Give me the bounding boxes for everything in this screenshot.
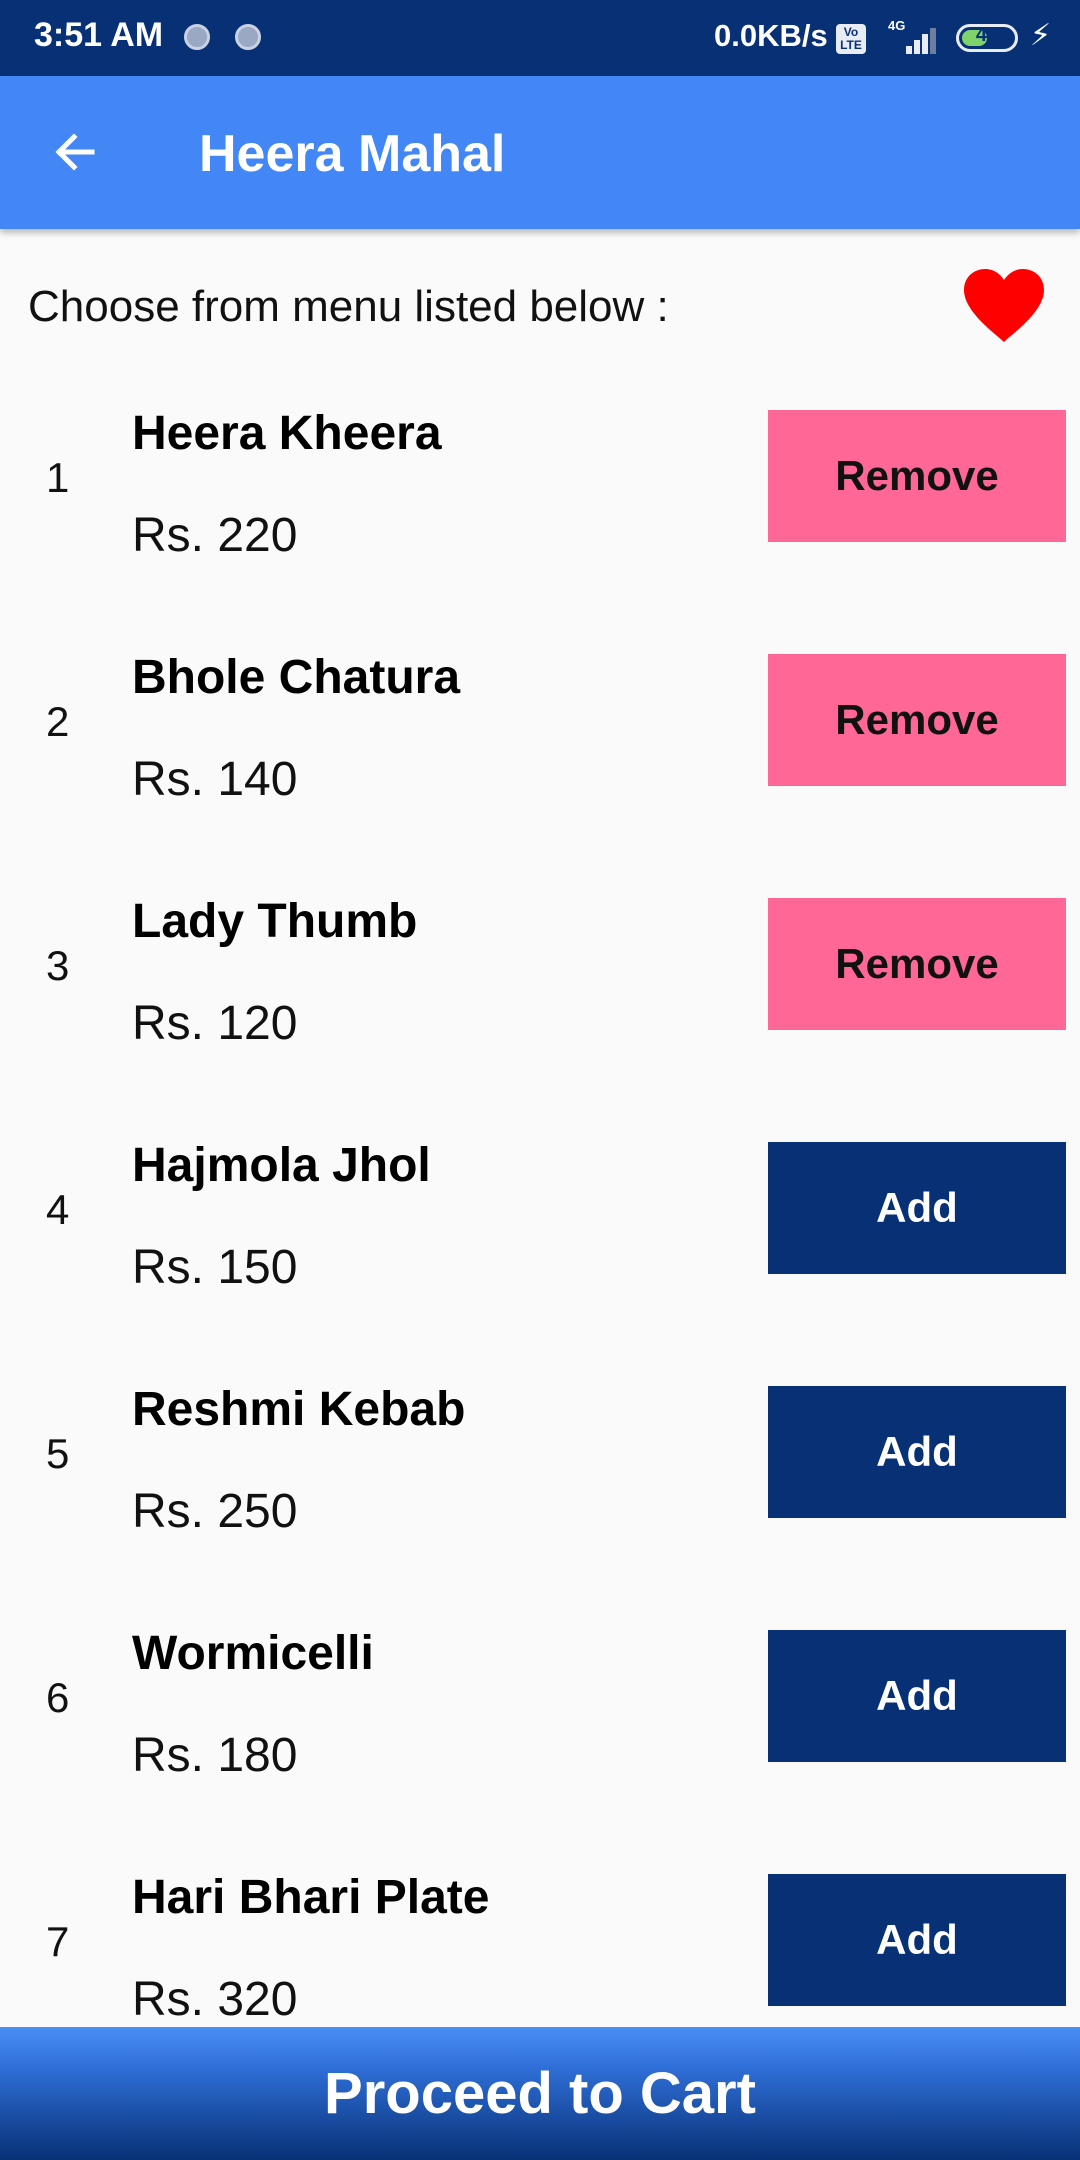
menu-heading: Choose from menu listed below : [28,282,669,331]
item-name: Heera Kheera [132,407,442,460]
screen: 3:51 AM 0.0KB/s Vo LTE 4G 49 ⚡︎ Heera Ma… [0,0,1080,2160]
item-price: Rs. 150 [132,1241,298,1294]
battery-level: 49 [975,24,999,46]
list-item: 6 Wormicelli Rs. 180 Add [0,1620,1080,1864]
signal-icon [890,22,938,54]
page-title: Heera Mahal [199,125,506,183]
item-name: Wormicelli [132,1627,374,1680]
volte-icon: Vo LTE [836,24,866,54]
notification-dot-icon [184,24,210,50]
item-price: Rs. 250 [132,1485,298,1538]
list-item: 5 Reshmi Kebab Rs. 250 Add [0,1376,1080,1620]
item-number: 4 [46,1186,70,1233]
item-number: 7 [46,1918,70,1965]
network-speed: 0.0KB/s [714,18,828,53]
list-item: 3 Lady Thumb Rs. 120 Remove [0,888,1080,1132]
list-item: 2 Bhole Chatura Rs. 140 Remove [0,644,1080,888]
notification-dot-icon [235,24,261,50]
item-number: 1 [46,454,70,501]
app-bar: Heera Mahal [0,76,1080,229]
add-button[interactable]: Add [768,1386,1066,1518]
remove-button[interactable]: Remove [768,410,1066,542]
item-number: 5 [46,1430,70,1477]
charging-bolt-icon: ⚡︎ [1030,19,1052,52]
item-number: 6 [46,1674,70,1721]
status-time: 3:51 AM [34,16,164,54]
item-price: Rs. 320 [132,1973,298,2026]
list-item: 4 Hajmola Jhol Rs. 150 Add [0,1132,1080,1376]
proceed-to-cart-label: Proceed to Cart [324,2061,756,2126]
item-name: Bhole Chatura [132,651,461,704]
item-name: Hajmola Jhol [132,1139,431,1192]
add-button[interactable]: Add [768,1874,1066,2006]
remove-button[interactable]: Remove [768,654,1066,786]
item-name: Reshmi Kebab [132,1383,466,1436]
heart-icon[interactable] [962,268,1046,344]
item-price: Rs. 140 [132,753,298,806]
remove-button[interactable]: Remove [768,898,1066,1030]
add-button[interactable]: Add [768,1630,1066,1762]
status-bar: 3:51 AM 0.0KB/s Vo LTE 4G 49 ⚡︎ [0,0,1080,76]
battery-icon: 49 [956,24,1018,52]
item-name: Hari Bhari Plate [132,1871,490,1924]
item-number: 3 [46,942,70,989]
item-price: Rs. 220 [132,509,298,562]
item-name: Lady Thumb [132,895,418,948]
proceed-to-cart-button[interactable]: Proceed to Cart [0,2027,1080,2160]
add-button[interactable]: Add [768,1142,1066,1274]
menu-list: 1 Heera Kheera Rs. 220 Remove 2 Bhole Ch… [0,400,1080,2108]
arrow-left-icon[interactable] [46,122,106,182]
list-item: 1 Heera Kheera Rs. 220 Remove [0,400,1080,644]
item-price: Rs. 120 [132,997,298,1050]
item-price: Rs. 180 [132,1729,298,1782]
item-number: 2 [46,698,70,745]
